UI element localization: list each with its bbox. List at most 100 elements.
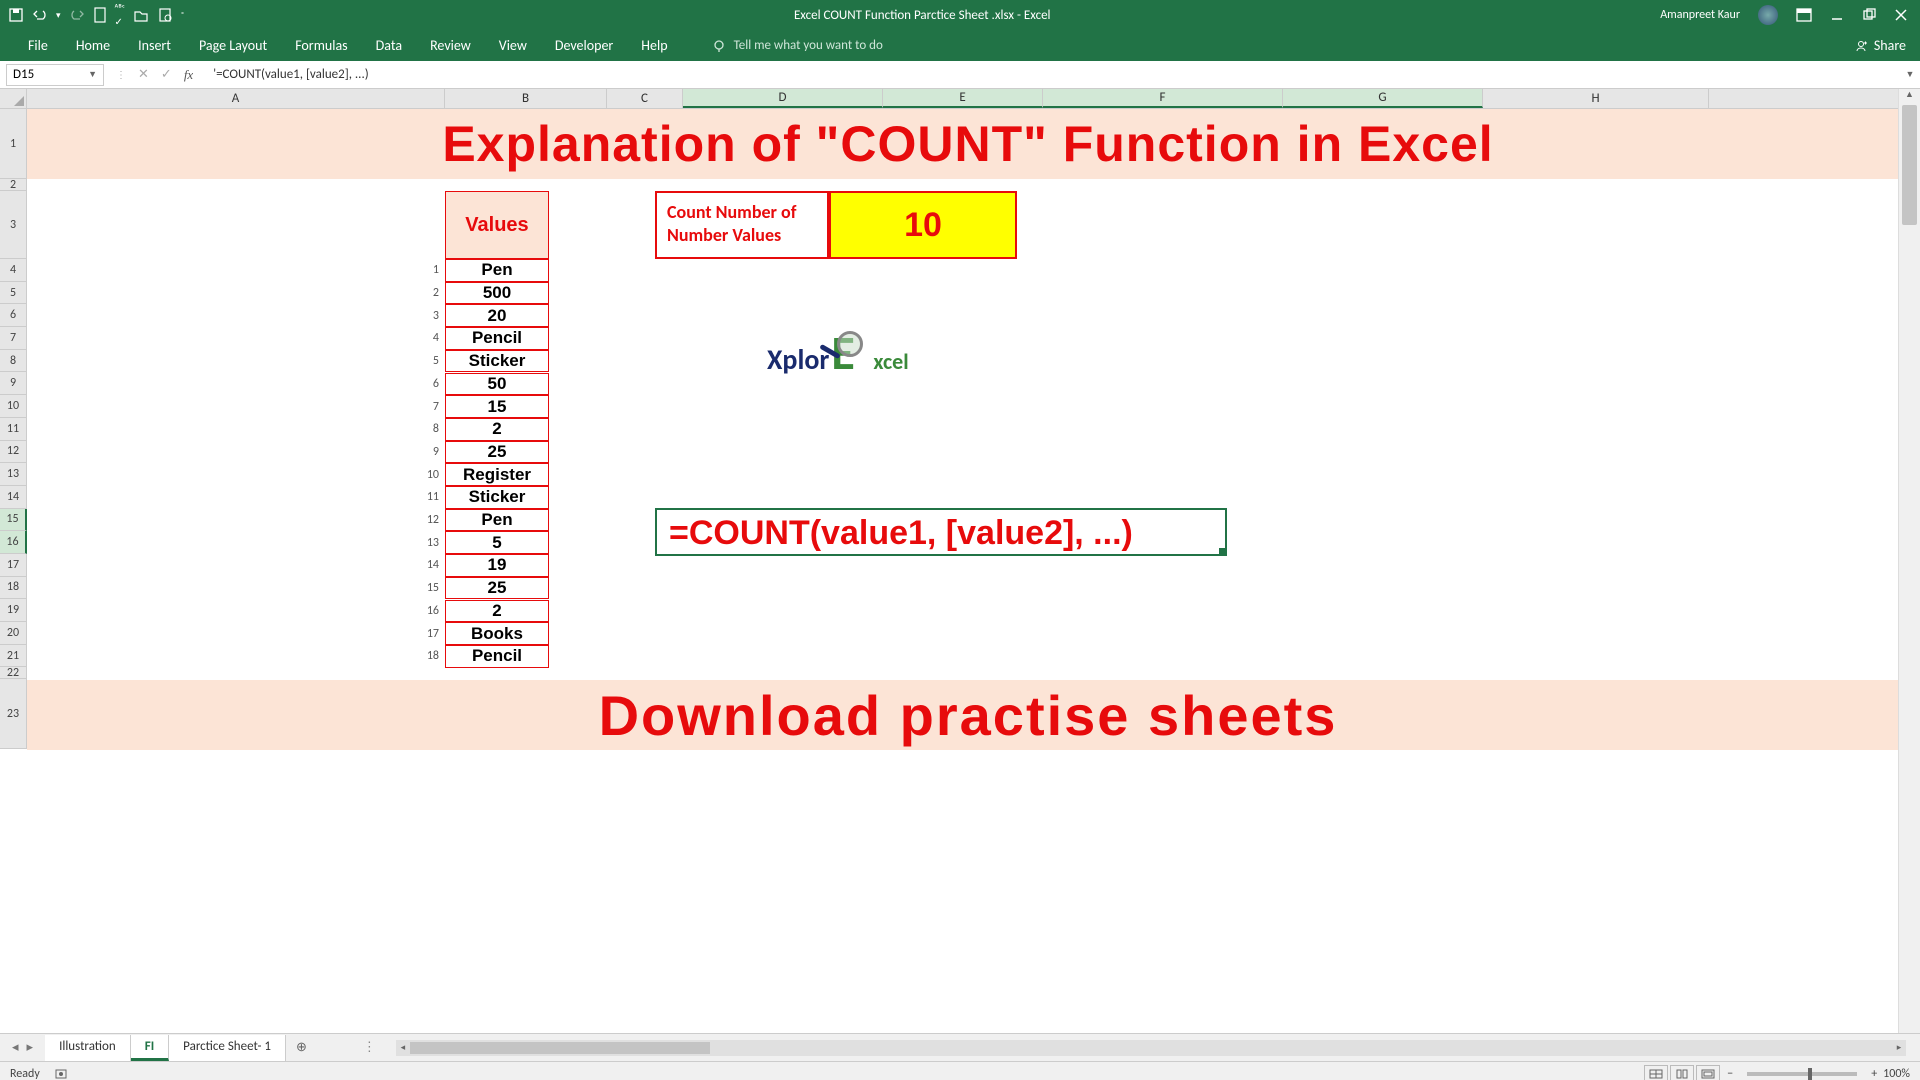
undo-dropdown-icon[interactable]: ▾ <box>56 10 61 21</box>
sheet-tab-illustration[interactable]: Illustration <box>45 1035 131 1061</box>
sheet-nav[interactable]: ◂ ▸ <box>0 1040 45 1055</box>
column-header-E[interactable]: E <box>883 89 1043 108</box>
row-header-10[interactable]: 10 <box>0 395 27 418</box>
value-cell[interactable]: Sticker <box>445 350 549 373</box>
ribbon-tab-view[interactable]: View <box>485 31 541 60</box>
value-cell[interactable]: Pen <box>445 259 549 282</box>
value-cell[interactable]: 15 <box>445 395 549 418</box>
column-header-D[interactable]: D <box>683 89 883 108</box>
row-header-5[interactable]: 5 <box>0 282 27 305</box>
column-headers[interactable]: ABCDEFGH <box>27 89 1898 109</box>
row-headers[interactable]: 1234567891011121314151617181920212223 <box>0 109 27 749</box>
column-header-B[interactable]: B <box>445 89 607 108</box>
chevron-down-icon[interactable]: ▼ <box>88 69 97 80</box>
column-header-A[interactable]: A <box>27 89 445 108</box>
row-header-8[interactable]: 8 <box>0 350 27 373</box>
value-cell[interactable]: 25 <box>445 441 549 464</box>
value-cell[interactable]: 5 <box>445 531 549 554</box>
column-header-F[interactable]: F <box>1043 89 1283 108</box>
ribbon-tab-data[interactable]: Data <box>362 31 416 60</box>
row-header-18[interactable]: 18 <box>0 577 27 600</box>
value-cell[interactable]: 500 <box>445 282 549 305</box>
ribbon-tab-help[interactable]: Help <box>627 31 681 60</box>
ribbon-tab-insert[interactable]: Insert <box>124 31 185 60</box>
tell-me-search[interactable]: Tell me what you want to do <box>712 38 883 53</box>
value-cell[interactable]: Sticker <box>445 486 549 509</box>
minimize-icon[interactable] <box>1830 8 1844 22</box>
ribbon-tab-home[interactable]: Home <box>62 31 124 60</box>
name-box[interactable]: D15 ▼ <box>6 64 104 86</box>
maximize-icon[interactable] <box>1862 8 1876 22</box>
enter-icon[interactable]: ✓ <box>161 67 172 82</box>
zoom-out-button[interactable]: − <box>1727 1067 1733 1080</box>
macro-record-icon[interactable] <box>54 1067 68 1080</box>
row-header-16[interactable]: 16 <box>0 531 27 554</box>
value-cell[interactable]: 50 <box>445 373 549 396</box>
column-header-C[interactable]: C <box>607 89 683 108</box>
row-header-15[interactable]: 15 <box>0 509 27 532</box>
row-header-6[interactable]: 6 <box>0 304 27 327</box>
redo-icon[interactable] <box>69 7 85 23</box>
value-cell[interactable]: 20 <box>445 304 549 327</box>
close-icon[interactable] <box>1894 8 1908 22</box>
zoom-in-button[interactable]: + <box>1871 1067 1877 1080</box>
user-name[interactable]: Amanpreet Kaur <box>1660 8 1740 22</box>
spellcheck-icon[interactable]: ᴬᴮᶜ✓ <box>115 2 125 28</box>
zoom-slider[interactable] <box>1747 1072 1857 1076</box>
value-cell[interactable]: Pen <box>445 509 549 532</box>
zoom-level[interactable]: 100% <box>1883 1067 1910 1080</box>
normal-view-button[interactable] <box>1644 1065 1668 1080</box>
select-all-button[interactable] <box>0 89 27 109</box>
value-cell[interactable]: 2 <box>445 600 549 623</box>
scroll-left-icon[interactable]: ◂ <box>396 1040 410 1056</box>
scroll-up-icon[interactable]: ▲ <box>1899 89 1920 105</box>
ribbon-tab-file[interactable]: File <box>14 31 62 60</box>
ribbon-tab-formulas[interactable]: Formulas <box>281 31 361 60</box>
hscroll-thumb[interactable] <box>410 1042 710 1054</box>
formula-input[interactable]: '=COUNT(value1, [value2], ...) <box>205 67 1900 82</box>
value-cell[interactable]: Pencil <box>445 327 549 350</box>
row-header-14[interactable]: 14 <box>0 486 27 509</box>
sheet-tab-fi[interactable]: FI <box>131 1035 169 1061</box>
new-icon[interactable] <box>93 7 107 23</box>
row-header-22[interactable]: 22 <box>0 667 27 679</box>
page-break-view-button[interactable] <box>1696 1065 1720 1080</box>
row-header-12[interactable]: 12 <box>0 441 27 464</box>
formula-expand-icon[interactable]: ▼ <box>1900 69 1920 80</box>
print-preview-icon[interactable] <box>157 7 173 23</box>
value-cell[interactable]: 19 <box>445 554 549 577</box>
value-cell[interactable]: 25 <box>445 577 549 600</box>
row-header-13[interactable]: 13 <box>0 463 27 486</box>
user-avatar[interactable] <box>1758 5 1778 25</box>
ribbon-display-icon[interactable] <box>1796 8 1812 22</box>
vertical-scrollbar[interactable]: ▲ ▼ <box>1898 89 1920 1080</box>
sheet-tab-parctice-sheet-1[interactable]: Parctice Sheet- 1 <box>169 1035 286 1061</box>
column-header-G[interactable]: G <box>1283 89 1483 108</box>
ribbon-tab-review[interactable]: Review <box>416 31 485 60</box>
row-header-20[interactable]: 20 <box>0 622 27 645</box>
tab-split-handle[interactable]: ⋮ <box>357 1040 382 1055</box>
value-cell[interactable]: 2 <box>445 418 549 441</box>
row-header-4[interactable]: 4 <box>0 259 27 282</box>
value-cell[interactable]: Register <box>445 463 549 486</box>
row-header-19[interactable]: 19 <box>0 599 27 622</box>
ribbon-tab-developer[interactable]: Developer <box>541 31 627 60</box>
save-icon[interactable] <box>8 7 24 23</box>
undo-icon[interactable] <box>32 7 48 23</box>
row-header-3[interactable]: 3 <box>0 191 27 259</box>
share-button[interactable]: Share <box>1840 31 1920 60</box>
value-cell[interactable]: Books <box>445 622 549 645</box>
open-icon[interactable] <box>133 7 149 23</box>
horizontal-scrollbar[interactable]: ◂ ▸ <box>396 1040 1906 1056</box>
row-header-9[interactable]: 9 <box>0 372 27 395</box>
cells-area[interactable]: Explanation of "COUNT" Function in Excel… <box>27 109 1898 1080</box>
add-sheet-button[interactable]: ⊕ <box>286 1036 317 1059</box>
row-header-2[interactable]: 2 <box>0 179 27 191</box>
column-header-H[interactable]: H <box>1483 89 1709 108</box>
fb-dropdown-icon[interactable]: ⋮ <box>116 68 126 81</box>
row-header-21[interactable]: 21 <box>0 645 27 668</box>
page-layout-view-button[interactable] <box>1670 1065 1694 1080</box>
row-header-17[interactable]: 17 <box>0 554 27 577</box>
cancel-icon[interactable]: ✕ <box>138 67 149 82</box>
scroll-right-icon[interactable]: ▸ <box>1892 1040 1906 1056</box>
